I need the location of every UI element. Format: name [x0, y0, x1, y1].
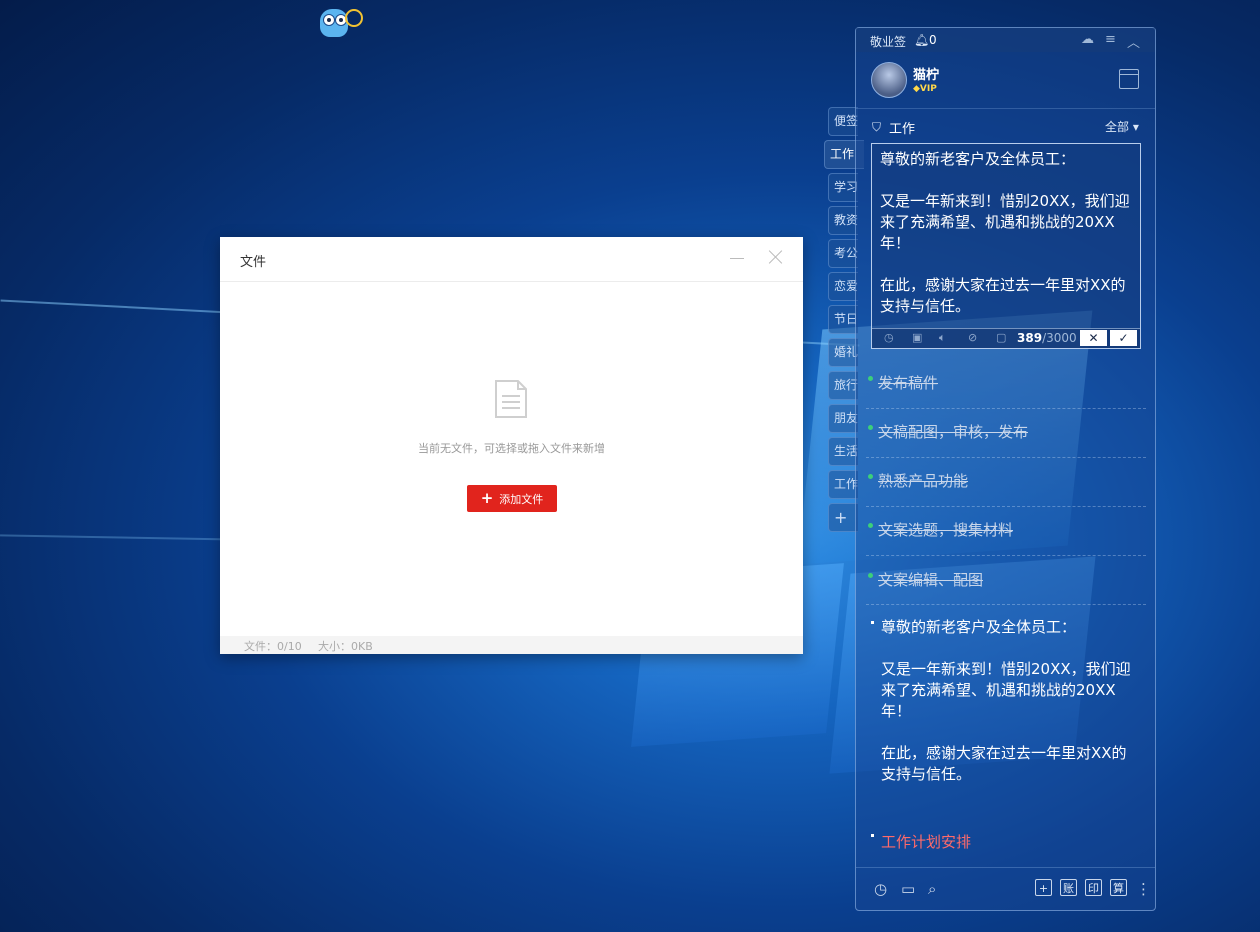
vip-badge: ◆VIP	[913, 84, 937, 94]
category-tabs: 便签 工作 学习 教资 考公 恋爱 节日 婚礼 旅行 朋友 生活 工作 +	[824, 107, 864, 536]
tab-civil-exam[interactable]: 考公	[828, 239, 858, 268]
avatar[interactable]	[871, 62, 907, 98]
add-tab-button[interactable]: +	[828, 503, 858, 532]
note-editor[interactable]: 尊敬的新老客户及全体员工： 又是一年新来到！惜别20XX，我们迎来了充满希望、机…	[871, 143, 1141, 349]
attachment-icon[interactable]: ⊘	[968, 331, 977, 344]
bullet	[871, 834, 874, 837]
empty-state-text: 当前无文件，可选择或拖入文件来新增	[418, 442, 605, 455]
char-counter: 389/3000	[1017, 331, 1077, 345]
calendar-icon[interactable]	[1119, 69, 1139, 89]
add-file-label: 添加文件	[499, 492, 544, 506]
category-title: 工作	[889, 122, 916, 137]
collapse-icon[interactable]: ︿	[1127, 32, 1140, 51]
editor-toolbar: ◷ ▣ 🔈︎ ⊘ ▢ 389/3000 ✕ ✓	[872, 328, 1140, 348]
done-dot	[868, 474, 873, 479]
panel-bottom-bar: ◷ ▭ ⌕ + 账 印 算 ⋮	[856, 867, 1155, 910]
done-dot	[868, 425, 873, 430]
calculator-button[interactable]: 算	[1110, 879, 1127, 896]
tab-life[interactable]: 生活	[828, 437, 858, 466]
bookmark-icon: ⛉	[872, 120, 882, 134]
dashed-separator	[866, 506, 1146, 507]
menu-icon[interactable]: ≡	[1105, 32, 1116, 47]
note-item-text[interactable]: 尊敬的新老客户及全体员工： 又是一年新来到！惜别20XX，我们迎来了充满希望、机…	[881, 617, 1141, 785]
done-dot	[868, 573, 873, 578]
dashed-separator	[866, 604, 1146, 605]
clock-icon[interactable]: ◷	[884, 331, 894, 344]
audio-icon[interactable]: 🔈︎	[939, 331, 946, 345]
note-panel: 敬业签 🔔︎ 0 ☁ ≡ ︿ 猫柠 ◆VIP ⛉ 工作 全部 ▾ 尊敬的新老客户…	[855, 27, 1156, 911]
user-name: 猫柠	[913, 68, 940, 83]
dialog-title: 文件	[240, 255, 267, 270]
dashed-separator	[866, 555, 1146, 556]
file-count: 文件：0/10	[244, 640, 302, 653]
panel-title-bar: 敬业签 🔔︎ 0 ☁ ≡ ︿	[856, 28, 1155, 52]
document-icon	[495, 380, 527, 418]
frame-icon[interactable]: ▢	[996, 331, 1006, 344]
bullet	[871, 621, 874, 624]
add-note-button[interactable]: +	[1035, 879, 1052, 896]
print-button[interactable]: 印	[1085, 879, 1102, 896]
close-icon[interactable]	[769, 250, 783, 264]
archive-icon[interactable]: ▭	[901, 880, 915, 898]
tab-travel[interactable]: 旅行	[828, 371, 858, 400]
cancel-button[interactable]: ✕	[1080, 330, 1107, 346]
notification-count: 0	[929, 33, 937, 47]
app-name: 敬业签	[870, 35, 907, 49]
tab-teacher-cert[interactable]: 教资	[828, 206, 858, 235]
ledger-button[interactable]: 账	[1060, 879, 1077, 896]
tab-study[interactable]: 学习	[828, 173, 858, 202]
done-dot	[868, 523, 873, 528]
plus-icon: +	[480, 489, 494, 507]
dialog-footer: 文件：0/10 大小：0KB	[220, 636, 803, 654]
filter-dropdown[interactable]: 全部 ▾	[1105, 118, 1139, 135]
cloud-sync-icon[interactable]: ☁	[1081, 32, 1094, 47]
note-editor-text[interactable]: 尊敬的新老客户及全体员工： 又是一年新来到！惜别20XX，我们迎来了充满希望、机…	[880, 149, 1136, 317]
confirm-button[interactable]: ✓	[1110, 330, 1137, 346]
plan-item[interactable]: 工作计划安排	[881, 831, 971, 852]
diamond-icon: ◆	[913, 84, 920, 94]
more-icon[interactable]: ⋮	[1136, 880, 1151, 898]
clock-icon[interactable]: ◷	[874, 880, 887, 898]
bell-icon[interactable]: 🔔︎	[914, 33, 929, 47]
file-size: 大小：0KB	[318, 640, 373, 653]
done-dot	[868, 376, 873, 381]
dashed-separator	[866, 457, 1146, 458]
add-file-button[interactable]: + 添加文件	[467, 485, 557, 512]
tab-friends[interactable]: 朋友	[828, 404, 858, 433]
image-icon[interactable]: ▣	[912, 331, 922, 344]
tab-love[interactable]: 恋爱	[828, 272, 858, 301]
owl-app-icon[interactable]	[318, 5, 363, 39]
divider	[856, 108, 1155, 109]
file-dialog: 文件 当前无文件，可选择或拖入文件来新增 + 添加文件 文件：0/10 大小：0…	[220, 237, 803, 654]
dialog-header: 文件	[220, 237, 803, 282]
search-icon[interactable]: ⌕	[928, 880, 936, 898]
tab-holiday[interactable]: 节日	[828, 305, 858, 334]
tab-notes[interactable]: 便签	[828, 107, 858, 136]
tab-work-2[interactable]: 工作	[828, 470, 858, 499]
dashed-separator	[866, 408, 1146, 409]
tab-wedding[interactable]: 婚礼	[828, 338, 858, 367]
minimize-icon[interactable]	[730, 258, 744, 259]
